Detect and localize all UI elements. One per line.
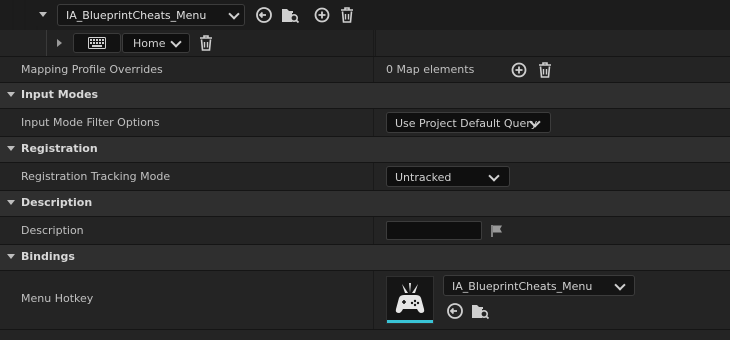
key-combo[interactable]: Home xyxy=(122,33,190,53)
category-title: Registration xyxy=(21,142,98,155)
menu-hotkey-row: Menu Hotkey IA_BlueprintCheats_Menu xyxy=(0,271,730,329)
input-action-combo[interactable]: IA_BlueprintCheats_Menu xyxy=(57,4,245,26)
asset-thumbnail[interactable] xyxy=(386,276,434,324)
category-registration[interactable]: Registration xyxy=(0,137,730,162)
key-selector-button[interactable] xyxy=(73,33,121,53)
registration-tracking-label: Registration Tracking Mode xyxy=(21,170,171,183)
add-circle-icon[interactable] xyxy=(510,61,528,79)
chevron-down-icon xyxy=(488,170,500,182)
input-mode-filter-label: Input Mode Filter Options xyxy=(21,116,160,129)
description-input[interactable] xyxy=(386,221,482,240)
column-splitter[interactable] xyxy=(373,30,374,56)
column-splitter[interactable] xyxy=(373,271,374,329)
key-value: Home xyxy=(133,37,166,50)
description-row: Description xyxy=(0,217,730,244)
collapse-arrow-icon xyxy=(7,200,15,205)
input-mode-filter-combo[interactable]: Use Project Default Query xyxy=(386,112,551,133)
expand-arrow-icon[interactable] xyxy=(39,12,47,17)
expand-arrow-icon[interactable] xyxy=(57,39,62,47)
gamepad-icon xyxy=(395,283,425,313)
registration-tracking-row: Registration Tracking Mode Untracked xyxy=(0,163,730,190)
input-action-value: IA_BlueprintCheats_Menu xyxy=(66,9,207,22)
add-circle-icon[interactable] xyxy=(313,6,331,24)
menu-hotkey-label: Menu Hotkey xyxy=(21,292,94,305)
trash-icon[interactable] xyxy=(197,34,215,52)
asset-color-strip xyxy=(387,320,433,323)
key-mapping-row: Home xyxy=(0,30,730,56)
input-mode-filter-value: Use Project Default Query xyxy=(395,117,538,130)
mapping-overrides-label: Mapping Profile Overrides xyxy=(21,63,163,76)
flag-icon[interactable] xyxy=(490,224,504,238)
column-splitter[interactable] xyxy=(373,217,374,244)
chevron-down-icon xyxy=(170,36,182,48)
browse-asset-icon[interactable] xyxy=(281,6,299,24)
collapse-arrow-icon xyxy=(7,92,15,97)
keyboard-icon xyxy=(88,37,106,49)
category-title: Bindings xyxy=(21,250,75,263)
category-title: Description xyxy=(21,196,93,209)
column-splitter[interactable] xyxy=(373,57,374,82)
input-mode-filter-row: Input Mode Filter Options Use Project De… xyxy=(0,109,730,136)
collapse-arrow-icon xyxy=(7,146,15,151)
category-description[interactable]: Description xyxy=(0,191,730,216)
trash-icon[interactable] xyxy=(536,61,554,79)
column-splitter[interactable] xyxy=(373,109,374,136)
details-panel: IA_BlueprintCheats_Menu Home Mapping Pro… xyxy=(0,0,730,340)
mapping-overrides-value: 0 Map elements xyxy=(386,63,475,76)
registration-tracking-value: Untracked xyxy=(395,171,452,184)
registration-tracking-combo[interactable]: Untracked xyxy=(386,166,510,187)
mapping-row: IA_BlueprintCheats_Menu xyxy=(0,0,730,56)
category-title: Input Modes xyxy=(21,88,99,101)
mapping-overrides-row: Mapping Profile Overrides 0 Map elements xyxy=(0,57,730,82)
chevron-down-icon xyxy=(228,8,240,20)
browse-asset-icon[interactable] xyxy=(471,302,489,320)
trash-icon[interactable] xyxy=(338,6,356,24)
chevron-down-icon xyxy=(614,279,626,291)
reset-arrow-icon[interactable] xyxy=(255,6,273,24)
column-splitter[interactable] xyxy=(373,163,374,190)
category-input-modes[interactable]: Input Modes xyxy=(0,83,730,108)
menu-hotkey-value: IA_BlueprintCheats_Menu xyxy=(452,280,593,293)
description-label: Description xyxy=(21,224,84,237)
collapse-arrow-icon xyxy=(7,254,15,259)
category-bindings[interactable]: Bindings xyxy=(0,245,730,270)
reset-arrow-icon[interactable] xyxy=(446,302,464,320)
menu-hotkey-combo[interactable]: IA_BlueprintCheats_Menu xyxy=(443,275,635,296)
